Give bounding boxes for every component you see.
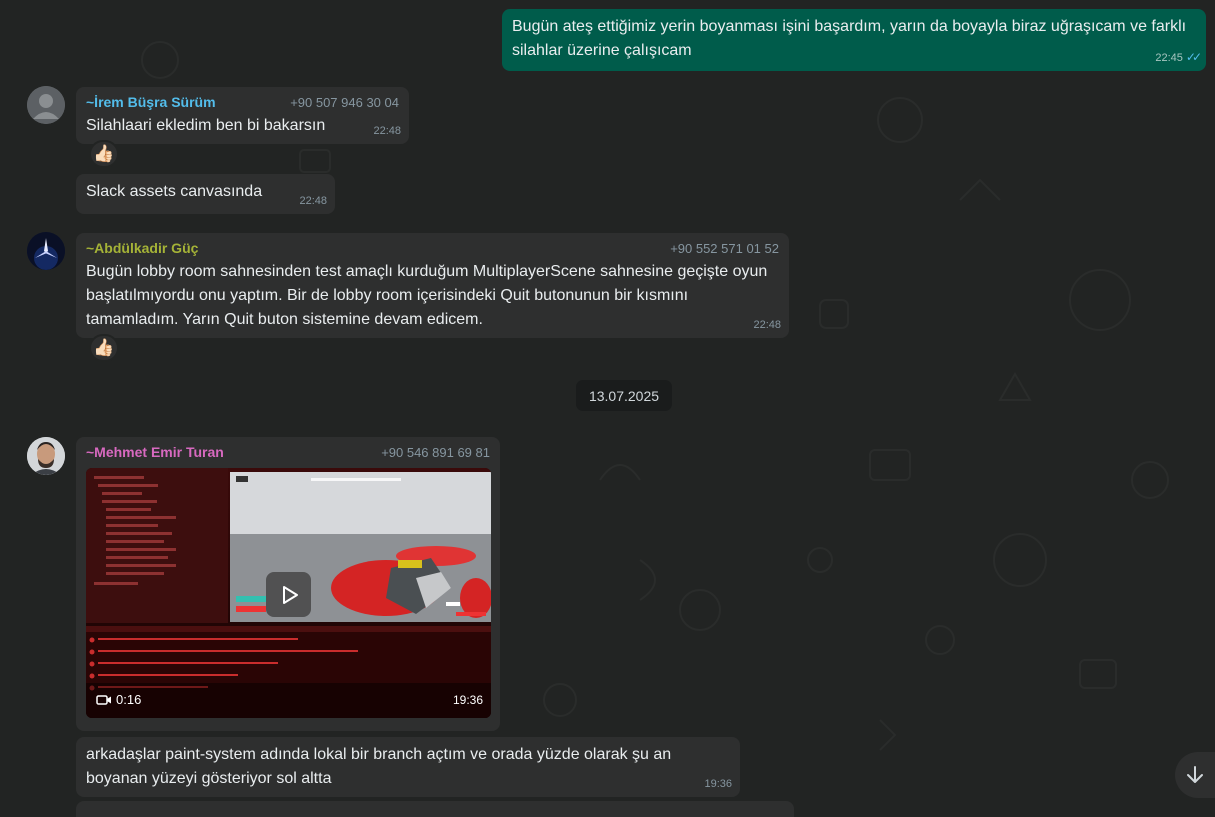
- sender-name[interactable]: ~İrem Büşra Sürüm: [86, 93, 216, 111]
- scroll-to-bottom-button[interactable]: [1175, 752, 1215, 798]
- video-camera-icon: [96, 695, 111, 705]
- message-incoming[interactable]: ~Abdülkadir Güç +90 552 571 01 52 Bugün …: [76, 233, 789, 338]
- sender-phone: +90 507 946 30 04: [290, 95, 399, 110]
- reaction-thumbs-up[interactable]: 👍🏻: [89, 334, 119, 362]
- message-text: Slack assets canvasında: [86, 183, 263, 200]
- avatar[interactable]: [27, 86, 65, 124]
- date-separator: 13.07.2025: [576, 380, 672, 411]
- sender-phone: +90 546 891 69 81: [381, 445, 490, 460]
- arrow-down-icon: [1187, 766, 1203, 783]
- avatar[interactable]: [27, 437, 65, 475]
- double-check-icon: ✓✓: [1185, 50, 1202, 64]
- play-icon: [282, 585, 298, 604]
- avatar-image: [27, 232, 65, 270]
- message-incoming[interactable]: arkadaşlar paint-system adında lokal bir…: [76, 737, 740, 797]
- message-time: 22:45 ✓✓: [1155, 50, 1202, 64]
- message-incoming-video[interactable]: ~Mehmet Emir Turan +90 546 891 69 81 0:1…: [76, 437, 500, 731]
- thumbs-up-icon: 👍🏻: [93, 144, 115, 163]
- message-text: arkadaşlar paint-system adında lokal bir…: [86, 746, 672, 787]
- message-time: 19:36: [704, 778, 732, 790]
- message-time: 22:48: [373, 125, 401, 137]
- message-incoming[interactable]: ~İrem Büşra Sürüm +90 507 946 30 04 Sila…: [76, 87, 409, 144]
- play-button[interactable]: [266, 572, 311, 617]
- reaction-thumbs-up[interactable]: 👍🏻: [89, 140, 119, 168]
- video-thumbnail[interactable]: 0:16 19:36: [86, 468, 491, 718]
- avatar-image: [27, 437, 65, 475]
- message-incoming[interactable]: Slack assets canvasında 22:48: [76, 174, 335, 214]
- message-outgoing[interactable]: Bugün ateş ettiğimiz yerin boyanması işi…: [502, 9, 1206, 71]
- avatar[interactable]: [27, 232, 65, 270]
- message-text: Silahlaari ekledim ben bi bakarsın: [86, 117, 326, 134]
- video-duration: 0:16: [96, 688, 141, 712]
- default-avatar-icon: [27, 86, 65, 124]
- sender-name[interactable]: ~Abdülkadir Güç: [86, 239, 198, 257]
- thumbs-up-icon: 👍🏻: [93, 338, 115, 357]
- message-time: 22:48: [753, 319, 781, 331]
- message-incoming-partial[interactable]: [76, 801, 794, 817]
- video-duration-text: 0:16: [116, 692, 142, 707]
- message-time: 22:48: [299, 195, 327, 207]
- sender-name[interactable]: ~Mehmet Emir Turan: [86, 443, 224, 461]
- sender-phone: +90 552 571 01 52: [670, 241, 779, 256]
- message-time: 19:36: [452, 693, 483, 707]
- chat-pane[interactable]: Bugün ateş ettiğimiz yerin boyanması işi…: [0, 0, 1215, 817]
- message-text: Bugün lobby room sahnesinden test amaçlı…: [86, 263, 768, 328]
- message-text: Bugün ateş ettiğimiz yerin boyanması işi…: [512, 18, 1187, 59]
